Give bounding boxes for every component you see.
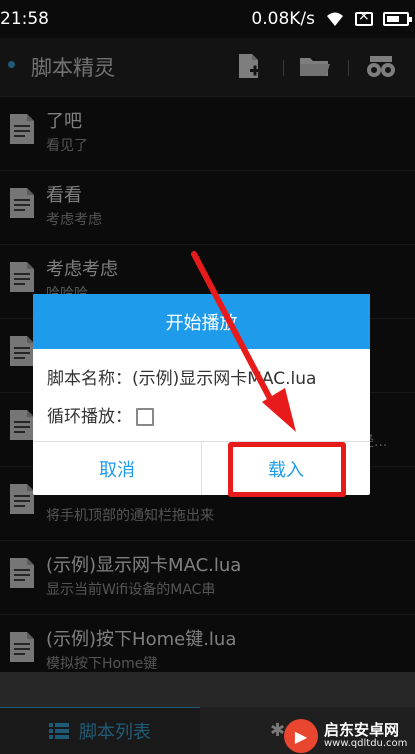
loop-playback-row: 循环播放： xyxy=(47,402,154,427)
annotation-highlight-box xyxy=(228,442,346,497)
battery-icon xyxy=(383,12,412,26)
script-name-label: 脚本名称：(示例)显示网卡MAC.lua xyxy=(47,369,317,389)
dialog-title: 开始播放 xyxy=(33,294,370,349)
network-speed: 0.08K/s xyxy=(251,9,315,29)
wifi-icon xyxy=(327,12,343,26)
loop-playback-label: 循环播放： xyxy=(47,407,132,427)
notification-off-icon xyxy=(355,8,373,26)
watermark: ▶ 启东安卓网 www.qdltdu.com xyxy=(284,718,415,754)
watermark-url: www.qdltdu.com xyxy=(324,737,408,749)
loop-checkbox[interactable] xyxy=(136,408,154,426)
cancel-button[interactable]: 取消 xyxy=(33,442,202,495)
status-icons: 0.08K/s xyxy=(251,8,412,29)
watermark-logo-icon: ▶ xyxy=(284,719,318,753)
status-bar: 21:58 0.08K/s xyxy=(0,0,415,38)
watermark-name: 启东安卓网 xyxy=(324,720,400,739)
status-time: 21:58 xyxy=(0,9,49,29)
